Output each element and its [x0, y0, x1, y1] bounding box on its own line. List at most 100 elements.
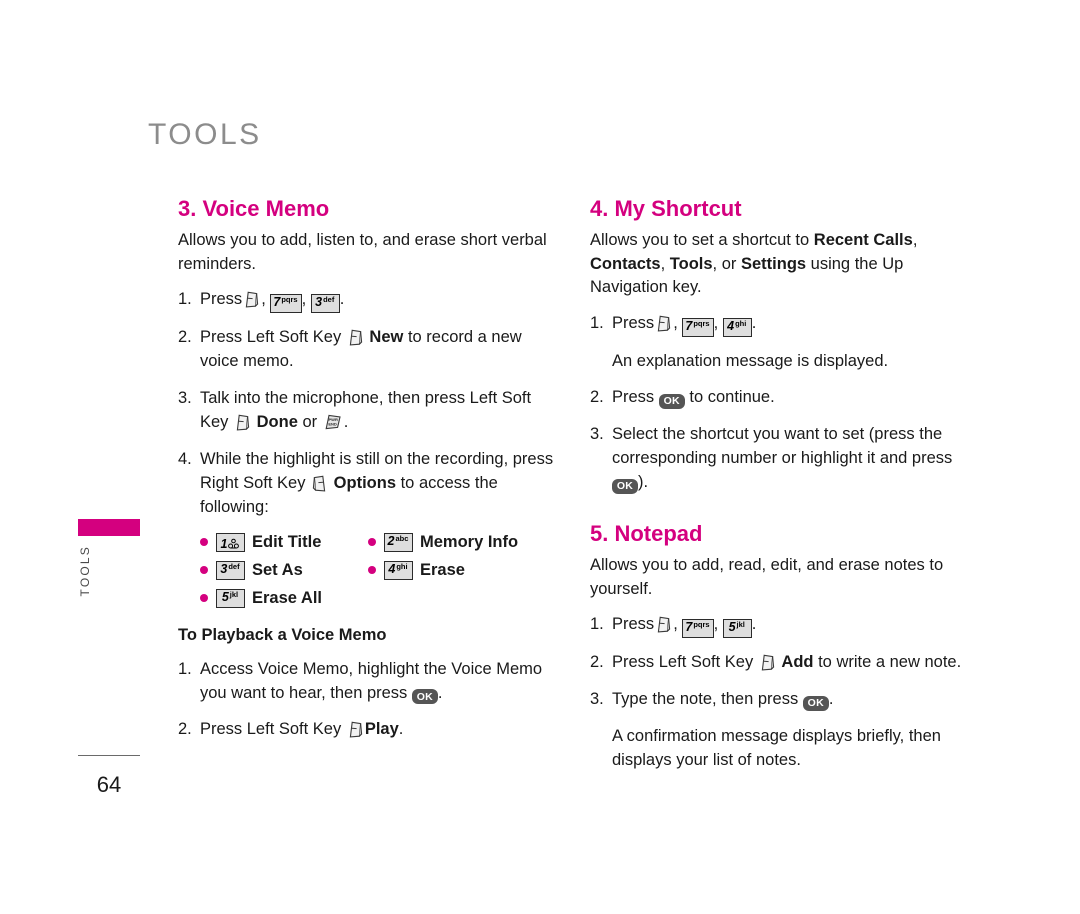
bullet-dot-icon: [368, 566, 376, 575]
step-text: Press: [612, 388, 655, 407]
margin-tab-label: TOOLS: [78, 545, 92, 597]
step-text: Press Left Soft Key: [200, 720, 342, 739]
step-number: 3.: [590, 425, 604, 444]
option-label: Erase All: [252, 588, 323, 607]
menu-ref-tools: Tools: [669, 254, 713, 273]
step-item: 1. Press, 7 pqrs, 3 def.: [178, 288, 560, 314]
step-item: 3. Talk into the microphone, then press …: [178, 387, 560, 435]
bullet-dot-icon: [200, 538, 208, 547]
page-number: 64: [96, 772, 122, 797]
keycap-3: 3 def: [216, 560, 245, 580]
my-shortcut-steps: 1. Press, 7 pqrs, 4 ghi.: [590, 312, 972, 337]
right-soft-key-icon: [312, 475, 326, 492]
step-number: 4.: [178, 449, 192, 468]
step-number: 2.: [590, 388, 604, 407]
my-shortcut-note: An explanation message is displayed.: [612, 351, 889, 370]
step-item: 2. Press OK to continue.: [590, 386, 972, 410]
left-soft-key-icon: [761, 654, 775, 671]
step-item: 3. Type the note, then press OK.: [590, 688, 972, 712]
left-column: 3. Voice Memo Allows you to add, listen …: [178, 196, 560, 755]
option-label: Erase: [420, 560, 465, 579]
step-number: 3.: [178, 388, 192, 407]
step-bold-label: Options: [333, 473, 396, 492]
my-shortcut-description: Allows you to set a shortcut to Recent C…: [590, 231, 918, 297]
step-text: Type the note, then press: [612, 690, 799, 709]
step-number: 1.: [178, 659, 192, 678]
voice-memo-steps: 1. Press, 7 pqrs, 3 def. 2. Press Left Sof…: [178, 288, 560, 519]
step-item: 1. Press, 7 pqrs, 4 ghi.: [590, 312, 972, 337]
step-suffix: .: [751, 615, 757, 634]
step-item: 4. While the highlight is still on the r…: [178, 448, 560, 520]
option-item-erase-all: 5 jkl Erase All: [200, 588, 368, 608]
ok-key-icon: OK: [802, 695, 829, 711]
option-label: Set As: [252, 560, 303, 579]
option-item-erase: 4 ghi Erase: [368, 560, 560, 580]
bullet-dot-icon: [200, 594, 208, 603]
my-shortcut-steps-cont: 2. Press OK to continue. 3. Select the s…: [590, 386, 972, 495]
step-suffix: .: [828, 690, 834, 709]
keycap-3: 3 def: [310, 294, 340, 314]
step-number: 3.: [590, 690, 604, 709]
svg-text:END: END: [328, 422, 337, 427]
step-item: 2. Press Left Soft Key Play.: [178, 718, 560, 742]
margin-tab-marker: [78, 519, 140, 536]
subheading-playback: To Playback a Voice Memo: [178, 625, 387, 644]
step-bold-label: Done: [256, 412, 298, 431]
step-number: 1.: [590, 313, 604, 332]
section-heading-my-shortcut: 4. My Shortcut: [590, 196, 742, 221]
notepad-note: A confirmation message displays briefly,…: [612, 727, 941, 770]
option-label: Edit Title: [252, 532, 322, 551]
step-item: 1. Press, 7 pqrs, 5 jkl.: [590, 613, 972, 639]
section-heading-notepad: 5. Notepad: [590, 521, 703, 547]
keycap-7: 7 pqrs: [682, 619, 714, 639]
ok-key-icon: OK: [658, 394, 685, 410]
keycap-7: 7 pqrs: [270, 294, 302, 314]
page-header: TOOLS: [148, 118, 262, 151]
notepad-steps: 1. Press, 7 pqrs, 5 jkl. 2. Press Left Sof…: [590, 613, 972, 712]
option-item-edit-title: 1 Edit Title: [200, 532, 368, 552]
step-number: 2.: [590, 653, 604, 672]
left-soft-key-icon: [245, 291, 259, 308]
step-number: 2.: [178, 720, 192, 739]
keycap-4: 4 ghi: [722, 317, 752, 337]
keycap-7: 7 pqrs: [682, 317, 714, 337]
lead-text-c: , or: [712, 254, 741, 273]
step-number: 1.: [178, 290, 192, 309]
voice-memo-description: Allows you to add, listen to, and erase …: [178, 231, 547, 273]
step-suffix: .: [398, 720, 404, 739]
lead-text-a: Allows you to set a shortcut to: [590, 231, 814, 250]
left-soft-key-icon: [657, 315, 671, 332]
bullet-dot-icon: [200, 566, 208, 575]
option-item-set-as: 3 def Set As: [200, 560, 368, 580]
bullet-dot-icon: [368, 538, 376, 547]
right-column: 4. My Shortcut Allows you to set a short…: [590, 196, 972, 786]
keycap-4: 4 ghi: [384, 560, 413, 580]
keycap-2: 2 abc: [384, 532, 413, 552]
step-number: 2.: [178, 328, 192, 347]
step-text: Press Left Soft Key: [612, 653, 754, 672]
step-number: 1.: [590, 615, 604, 634]
step-text-cont: to write a new note.: [818, 653, 962, 672]
step-bold-label: Add: [781, 653, 814, 672]
step-suffix: .: [339, 290, 345, 309]
step-text-cont: to continue.: [689, 388, 775, 407]
left-soft-key-icon: [657, 616, 671, 633]
option-item-memory-info: 2 abc Memory Info: [368, 532, 560, 552]
step-item: 1. Access Voice Memo, highlight the Voic…: [178, 658, 560, 706]
left-soft-key-icon: [349, 722, 363, 738]
step-suffix: .: [343, 412, 349, 431]
menu-ref-recent-calls: Recent Calls: [813, 231, 913, 250]
ok-key-icon: OK: [612, 479, 638, 494]
step-text: Press: [612, 615, 655, 634]
step-suffix: ).: [638, 473, 649, 492]
playback-steps: 1. Access Voice Memo, highlight the Voic…: [178, 658, 560, 743]
step-item: 3. Select the shortcut you want to set (…: [590, 423, 972, 495]
keycap-1: 1: [216, 532, 245, 552]
left-soft-key-icon: [236, 414, 250, 431]
step-text: Access Voice Memo, highlight the Voice M…: [200, 659, 543, 702]
ok-key-icon: OK: [411, 689, 438, 705]
footer-divider: [78, 755, 140, 756]
step-suffix: .: [437, 683, 443, 702]
option-label: Memory Info: [420, 532, 519, 551]
voicemail-icon: [228, 536, 240, 549]
